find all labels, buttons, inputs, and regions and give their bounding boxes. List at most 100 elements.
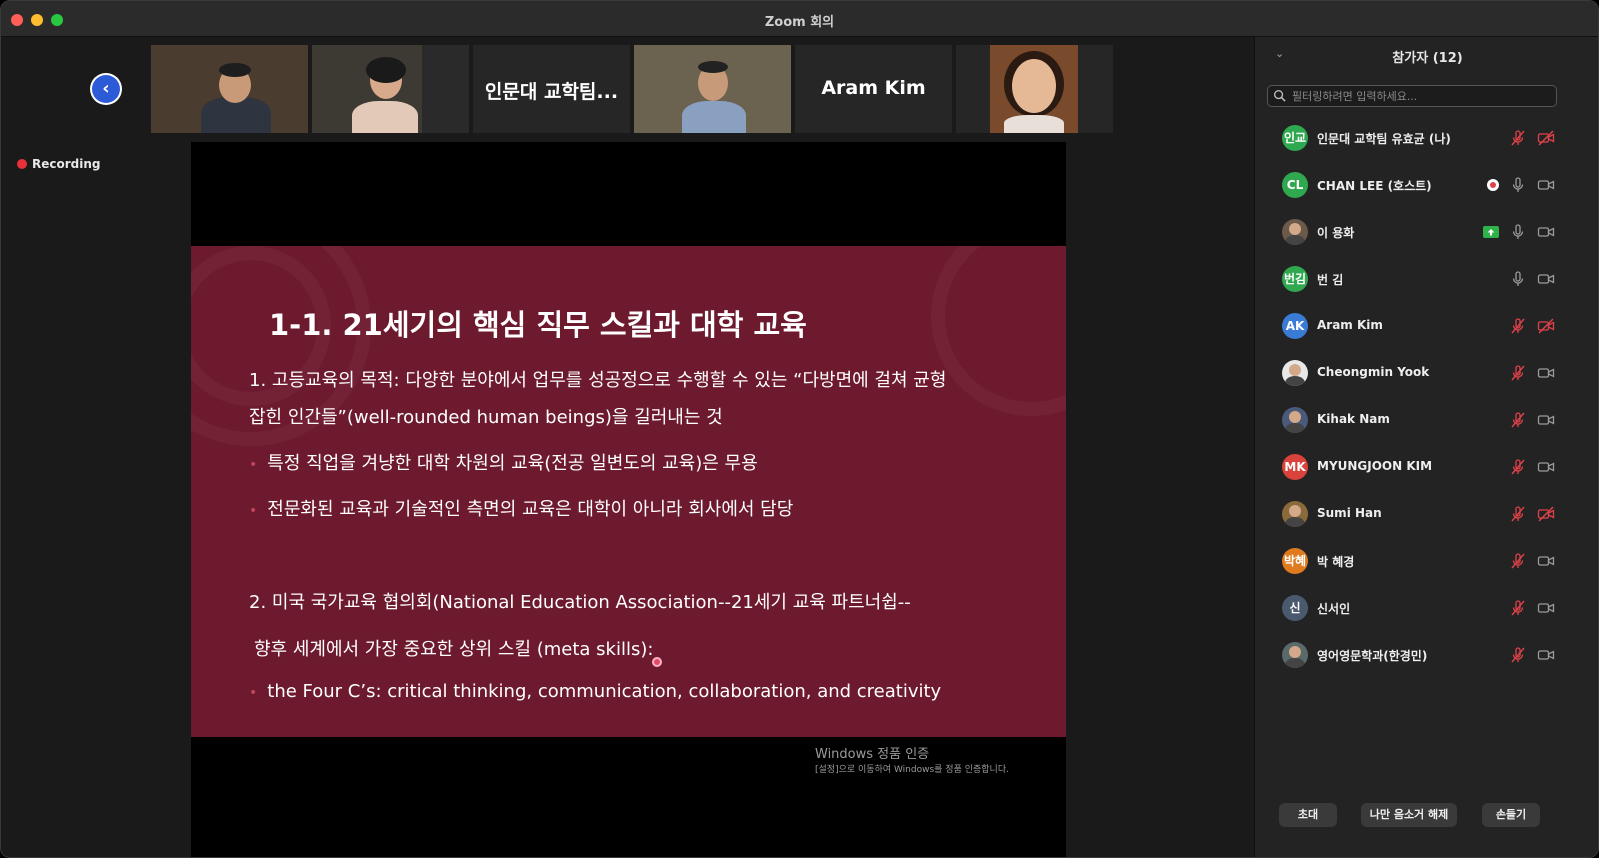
- slide-bullet: the Four C’s: critical thinking, communi…: [249, 681, 941, 702]
- screen-share: 1-1. 21세기의 핵심 직무 스킬과 대학 교육 1. 고등교육의 목적: …: [191, 142, 1066, 857]
- participant-row[interactable]: 번김 번 김: [1255, 258, 1598, 298]
- participants-title: 참가자 (12): [1392, 51, 1463, 66]
- participant-row[interactable]: CL CHAN LEE (호스트): [1255, 164, 1598, 204]
- meeting-stage: ‹ Recording 인문대 교학팀... Aram Kim 1-1. 21세…: [1, 37, 1278, 857]
- video-tile[interactable]: [151, 45, 308, 133]
- avatar: [1282, 407, 1308, 433]
- slide-text: 1. 고등교육의 목적: 다양한 분야에서 업무를 성공정으로 수행할 수 있는…: [249, 370, 947, 391]
- avatar: [1282, 501, 1308, 527]
- camera-off-icon[interactable]: [1537, 129, 1555, 147]
- participant-video: [990, 45, 1078, 133]
- avatar: AK: [1282, 313, 1308, 339]
- participant-row[interactable]: AK Aram Kim: [1255, 305, 1598, 345]
- search-input[interactable]: [1292, 88, 1552, 104]
- camera-off-icon[interactable]: [1537, 317, 1555, 335]
- avatar: [1282, 219, 1308, 245]
- slide-title: 1-1. 21세기의 핵심 직무 스킬과 대학 교육: [269, 308, 807, 342]
- mic-muted-icon[interactable]: [1509, 364, 1527, 382]
- watermark-subtitle: [설정]으로 이동하여 Windows를 정품 인증합니다.: [815, 765, 1009, 775]
- participant-row[interactable]: Kihak Nam: [1255, 399, 1598, 439]
- tile-name: Aram Kim: [821, 77, 926, 99]
- mic-muted-icon[interactable]: [1509, 458, 1527, 476]
- camera-icon[interactable]: [1537, 646, 1555, 664]
- video-tile[interactable]: [312, 45, 469, 133]
- avatar: CL: [1282, 172, 1308, 198]
- raise-hand-button[interactable]: 손들기: [1482, 803, 1540, 827]
- record-dot-icon: [17, 159, 27, 169]
- mic-muted-icon[interactable]: [1509, 505, 1527, 523]
- participant-row[interactable]: Sumi Han: [1255, 493, 1598, 533]
- slide-text: 향후 세계에서 가장 중요한 상위 스킬 (meta skills):: [254, 639, 654, 660]
- camera-off-icon[interactable]: [1537, 505, 1555, 523]
- mic-muted-icon[interactable]: [1509, 129, 1527, 147]
- mic-muted-icon[interactable]: [1509, 317, 1527, 335]
- presentation-slide: 1-1. 21세기의 핵심 직무 스킬과 대학 교육 1. 고등교육의 목적: …: [191, 246, 1066, 737]
- camera-icon[interactable]: [1537, 270, 1555, 288]
- video-tile[interactable]: [634, 45, 791, 133]
- slide-bullet: 전문화된 교육과 기술적인 측면의 교육은 대학이 아니라 회사에서 담당: [249, 495, 793, 521]
- watermark-title: Windows 정품 인증: [815, 747, 930, 762]
- participant-row[interactable]: 신 신서인: [1255, 587, 1598, 627]
- mic-icon[interactable]: [1509, 270, 1527, 288]
- participant-name: Sumi Han: [1317, 506, 1382, 520]
- participant-row[interactable]: 이 용화: [1255, 211, 1598, 251]
- camera-icon[interactable]: [1537, 552, 1555, 570]
- avatar: [1282, 642, 1308, 668]
- participant-name: 박 혜경: [1317, 555, 1355, 569]
- participant-name: 영어영문학과(한경민): [1317, 649, 1428, 663]
- participant-name: 신서인: [1317, 602, 1351, 616]
- invite-button[interactable]: 초대: [1279, 803, 1337, 827]
- participant-name: 인문대 교학팀 유효균 (나): [1317, 132, 1451, 146]
- mic-muted-icon[interactable]: [1509, 646, 1527, 664]
- avatar: 박혜: [1282, 548, 1308, 574]
- camera-icon[interactable]: [1537, 364, 1555, 382]
- title-bar: Zoom 회의: [1, 1, 1598, 37]
- back-button[interactable]: ‹: [90, 73, 122, 105]
- avatar: MK: [1282, 454, 1308, 480]
- participant-search[interactable]: [1267, 85, 1557, 107]
- camera-icon[interactable]: [1537, 176, 1555, 194]
- participant-name: Aram Kim: [1317, 318, 1383, 332]
- avatar: 신: [1282, 595, 1308, 621]
- avatar: 인교: [1282, 125, 1308, 151]
- participant-name: MYUNGJOON KIM: [1317, 459, 1433, 473]
- participant-row[interactable]: Cheongmin Yook: [1255, 352, 1598, 392]
- participant-row[interactable]: 박혜 박 혜경: [1255, 540, 1598, 580]
- avatar: [1282, 360, 1308, 386]
- slide-text: 2. 미국 국가교육 협의회(National Education Associ…: [249, 592, 911, 613]
- screen-share-icon: [1482, 223, 1500, 241]
- panel-footer: 초대 나만 음소거 해제 손들기: [1255, 795, 1598, 835]
- participant-name: CHAN LEE (호스트): [1317, 179, 1432, 193]
- participant-row[interactable]: 인교 인문대 교학팀 유효균 (나): [1255, 117, 1598, 157]
- mic-muted-icon[interactable]: [1509, 411, 1527, 429]
- windows-activation-watermark: Windows 정품 인증 [설정]으로 이동하여 Windows를 정품 인증…: [815, 743, 1043, 776]
- search-icon: [1273, 89, 1286, 102]
- mic-muted-icon[interactable]: [1509, 552, 1527, 570]
- pointer-dot-icon: [652, 657, 662, 667]
- recording-indicator[interactable]: Recording: [17, 157, 101, 171]
- mic-muted-icon[interactable]: [1509, 599, 1527, 617]
- participant-row[interactable]: MK MYUNGJOON KIM: [1255, 446, 1598, 486]
- tile-name: 인문대 교학팀...: [484, 81, 619, 103]
- participant-name: Cheongmin Yook: [1317, 365, 1430, 379]
- participant-name: 번 김: [1317, 273, 1344, 287]
- video-tile[interactable]: 인문대 교학팀...: [473, 45, 630, 133]
- slide-bullet: 특정 직업을 겨냥한 대학 차원의 교육(전공 일변도의 교육)은 무용: [249, 449, 757, 475]
- video-tile[interactable]: Aram Kim: [795, 45, 952, 133]
- participant-row[interactable]: 영어영문학과(한경민): [1255, 634, 1598, 674]
- camera-icon[interactable]: [1537, 411, 1555, 429]
- recording-label: Recording: [32, 157, 101, 171]
- avatar: 번김: [1282, 266, 1308, 292]
- mic-icon[interactable]: [1509, 223, 1527, 241]
- unmute-me-button[interactable]: 나만 음소거 해제: [1361, 803, 1457, 827]
- window-title: Zoom 회의: [764, 15, 835, 30]
- camera-icon[interactable]: [1537, 599, 1555, 617]
- chevron-left-icon: ‹: [92, 75, 120, 103]
- participant-name: 이 용화: [1317, 226, 1355, 240]
- zoom-window: Zoom 회의 ‹ Recording 인문대 교학팀... Aram Kim …: [0, 0, 1599, 858]
- camera-icon[interactable]: [1537, 458, 1555, 476]
- slide-text: 잡힌 인간들”(well-rounded human beings)을 길러내는…: [249, 407, 723, 428]
- mic-icon[interactable]: [1509, 176, 1527, 194]
- video-tile[interactable]: [956, 45, 1113, 133]
- camera-icon[interactable]: [1537, 223, 1555, 241]
